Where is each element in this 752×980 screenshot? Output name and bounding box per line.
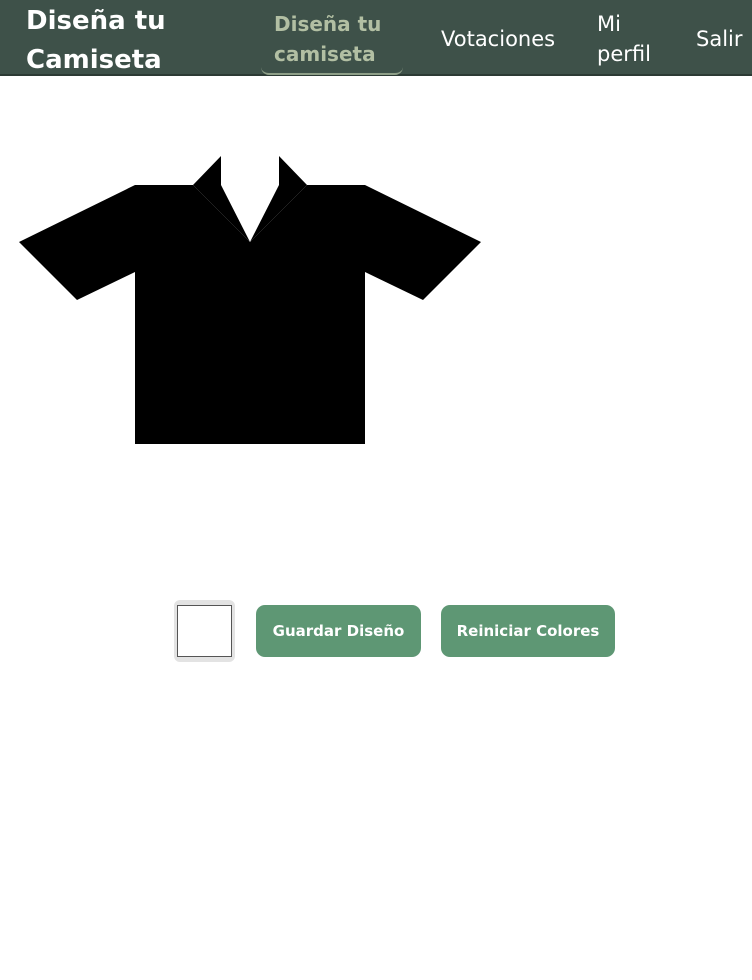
brand-title: Diseña tu Camiseta [26, 6, 166, 75]
top-navbar: Diseña tu Camiseta Diseña tu camiseta Vo… [0, 0, 752, 76]
nav-link-design[interactable]: Diseña tu camiseta [261, 4, 403, 75]
reset-colors-button[interactable]: Reiniciar Colores [441, 605, 615, 657]
nav-link-logout[interactable]: Salir [696, 24, 743, 54]
shirt-left-sleeve[interactable] [19, 185, 135, 300]
design-controls: Guardar Diseño Reiniciar Colores [0, 600, 752, 662]
color-picker[interactable] [174, 600, 235, 662]
shirt-body[interactable] [135, 185, 365, 444]
shirt-canvas [19, 156, 481, 444]
shirt-right-sleeve[interactable] [365, 185, 481, 300]
nav-link-votes[interactable]: Votaciones [441, 24, 555, 54]
nav-link-profile[interactable]: Mi perfil [597, 9, 667, 69]
save-design-button[interactable]: Guardar Diseño [256, 605, 421, 657]
color-swatch[interactable] [177, 605, 232, 657]
